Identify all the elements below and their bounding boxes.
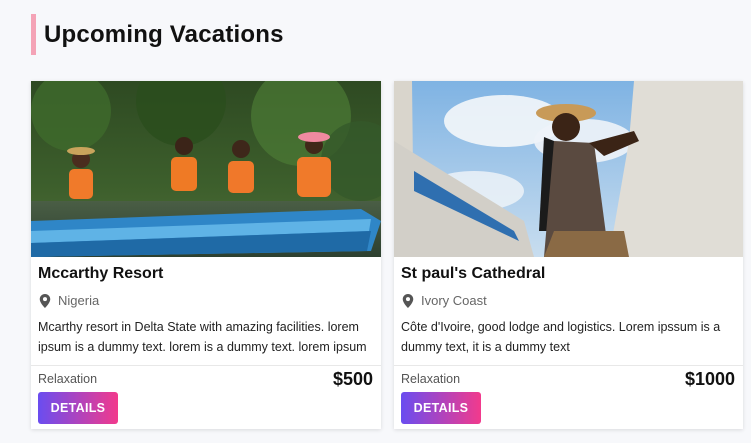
card-price: $500 [332, 369, 373, 389]
details-button[interactable]: DETAILS [38, 392, 118, 424]
card-category: Relaxation [401, 372, 461, 386]
map-pin-icon [39, 293, 51, 308]
vacation-card: Mccarthy Resort Nigeria Mcarthy resort i… [31, 81, 381, 429]
card-price: $1000 [684, 369, 735, 389]
card-title: Mccarthy Resort [38, 265, 164, 282]
details-button[interactable]: DETAILS [401, 392, 481, 424]
map-pin-icon [402, 293, 414, 308]
card-description: Côte d'Ivoire, good lodge and logistics.… [401, 320, 721, 354]
page-header: Upcoming Vacations [31, 14, 284, 55]
card-photo [394, 81, 743, 257]
card-location-text: Ivory Coast [421, 293, 487, 308]
page-title: Upcoming Vacations [44, 20, 284, 48]
card-photo [31, 81, 381, 257]
card-title: St paul's Cathedral [401, 265, 546, 282]
card-location: Ivory Coast [401, 293, 487, 308]
card-description: Mcarthy resort in Delta State with amazi… [38, 320, 367, 354]
vacation-card: St paul's Cathedral Ivory Coast Côte d'I… [394, 81, 743, 429]
card-location-text: Nigeria [58, 293, 100, 308]
header-accent-bar [31, 14, 36, 55]
card-divider [31, 365, 381, 366]
card-category: Relaxation [38, 372, 98, 386]
card-location: Nigeria [38, 293, 99, 308]
card-divider [394, 365, 743, 366]
